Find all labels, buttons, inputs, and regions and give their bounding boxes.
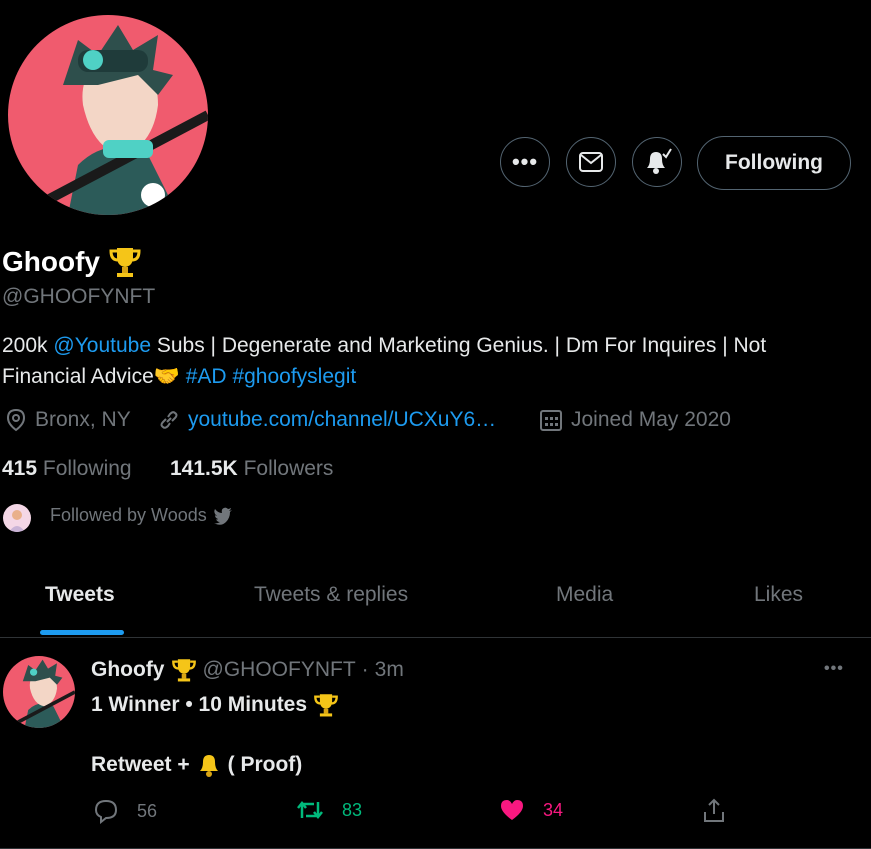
more-icon: ••• xyxy=(824,660,844,677)
followers-label: Followers xyxy=(243,457,334,480)
tweet-dot: · xyxy=(361,658,369,681)
location-text: Bronx, NY xyxy=(35,408,131,431)
profile-avatar[interactable] xyxy=(8,15,208,215)
following-count: 415 xyxy=(2,457,38,480)
retweet-icon xyxy=(297,800,323,820)
joined-text: Joined May 2020 xyxy=(571,408,731,431)
following-count-link[interactable]: 415 Following xyxy=(2,457,132,481)
more-icon: ••• xyxy=(511,149,539,174)
calendar-icon xyxy=(540,410,562,431)
link-icon xyxy=(160,411,178,429)
trophy-icon xyxy=(314,694,338,717)
bio-text: 200k xyxy=(2,334,54,357)
profile-bio: 200k @Youtube Subs | Degenerate and Mark… xyxy=(2,330,852,392)
location-pin-icon xyxy=(6,408,26,432)
followers-count-link[interactable]: 141.5K Followers xyxy=(170,457,333,481)
tweet-more-button[interactable]: ••• xyxy=(824,660,844,678)
envelope-icon xyxy=(579,152,603,172)
tab-tweets[interactable]: Tweets xyxy=(45,583,115,607)
tab-media[interactable]: Media xyxy=(556,583,613,607)
following-button[interactable]: Following xyxy=(697,136,851,190)
tweet-time[interactable]: 3m xyxy=(375,658,404,682)
following-label: Following xyxy=(42,457,132,480)
like-button[interactable]: 34 xyxy=(499,798,563,822)
heart-icon xyxy=(501,800,523,820)
bell-icon xyxy=(199,755,218,777)
bell-check-icon xyxy=(647,148,672,174)
tweet-line2a-text: Retweet + xyxy=(91,753,190,776)
trophy-icon xyxy=(171,659,196,682)
followed-by-text: Followed by Woods xyxy=(50,505,207,525)
follower-avatar[interactable] xyxy=(3,504,31,532)
handshake-icon: 🤝 xyxy=(153,365,180,388)
tweet-author-handle[interactable]: @GHOOFYNFT xyxy=(203,658,356,682)
tweet-text-line2: Retweet + ( Proof) xyxy=(91,752,302,778)
tweet-header: Ghoofy @GHOOFYNFT · 3m xyxy=(91,657,404,683)
more-button[interactable]: ••• xyxy=(500,137,550,187)
profile-name-text: Ghoofy xyxy=(2,246,100,277)
message-button[interactable] xyxy=(566,137,616,187)
profile-name: Ghoofy xyxy=(2,245,142,279)
followed-by[interactable]: Followed by Woods xyxy=(50,505,233,526)
followers-count: 141.5K xyxy=(170,457,238,480)
tweet-line1-text: 1 Winner • 10 Minutes xyxy=(91,693,308,716)
reply-button[interactable]: 56 xyxy=(93,798,157,824)
website-link[interactable]: youtube.com/channel/UCXuY6… xyxy=(188,408,496,432)
tab-likes[interactable]: Likes xyxy=(754,583,803,607)
tweet-author-name[interactable]: Ghoofy xyxy=(91,658,165,682)
retweet-button[interactable]: 83 xyxy=(296,798,362,822)
reply-icon xyxy=(94,799,118,824)
tabs-divider xyxy=(0,637,871,638)
website: youtube.com/channel/UCXuY6… xyxy=(158,408,496,432)
joined-date: Joined May 2020 xyxy=(539,408,731,432)
reply-count: 56 xyxy=(137,800,158,821)
tweet-avatar[interactable] xyxy=(3,656,75,728)
hashtag-ghoofyslegit-link[interactable]: #ghoofyslegit xyxy=(232,365,356,388)
bio-mention-link[interactable]: @Youtube xyxy=(53,334,151,357)
trophy-icon xyxy=(109,248,141,277)
twitter-bird-icon xyxy=(213,507,232,525)
active-tab-indicator xyxy=(40,630,124,635)
share-icon xyxy=(704,798,724,822)
tweet-line2b-text: ( Proof) xyxy=(227,753,303,776)
profile-handle: @GHOOFYNFT xyxy=(2,285,156,308)
tab-tweets-replies[interactable]: Tweets & replies xyxy=(254,583,408,607)
notifications-button[interactable] xyxy=(632,137,682,187)
location: Bronx, NY xyxy=(5,408,131,432)
share-button[interactable] xyxy=(702,798,726,824)
like-count: 34 xyxy=(543,799,564,820)
tweet-text-line1: 1 Winner • 10 Minutes xyxy=(91,692,339,718)
retweet-count: 83 xyxy=(342,799,363,820)
hashtag-ad-link[interactable]: #AD xyxy=(186,365,227,388)
